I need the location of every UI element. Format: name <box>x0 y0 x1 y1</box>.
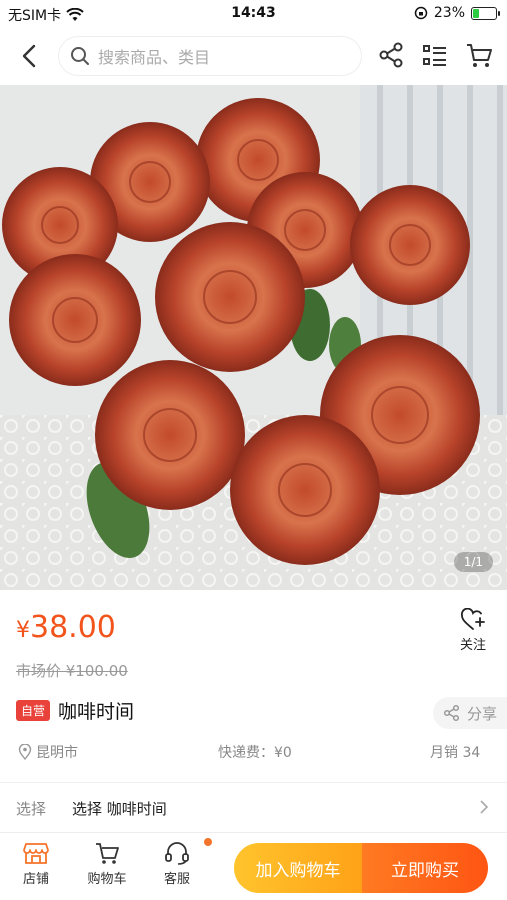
price-value: 38.00 <box>30 610 116 645</box>
back-arrow-icon[interactable] <box>14 40 46 72</box>
customer-service-button[interactable]: 客服 <box>152 841 202 887</box>
cart-icon[interactable] <box>464 40 494 70</box>
spec-select-row[interactable]: 选择 选择 咖啡时间 <box>0 782 507 830</box>
share-button[interactable]: 分享 <box>433 697 507 729</box>
notification-dot <box>204 838 212 846</box>
headset-icon <box>165 842 189 865</box>
chevron-right-icon <box>480 800 489 814</box>
heart-plus-icon <box>461 608 485 630</box>
list-icon[interactable] <box>420 40 450 70</box>
follow-button[interactable]: 关注 <box>455 608 491 653</box>
store-button[interactable]: 店铺 <box>11 841 61 887</box>
status-right: 23% <box>414 5 500 21</box>
store-label: 店铺 <box>22 872 49 887</box>
search-input[interactable]: 搜索商品、类目 <box>58 36 362 76</box>
status-bar: 无SIM卡 14:43 23% <box>0 0 507 28</box>
select-label: 选择 <box>16 800 47 818</box>
store-icon <box>23 843 49 864</box>
cart-small-icon <box>96 843 119 864</box>
select-value: 选择 咖啡时间 <box>72 800 167 818</box>
share-icon[interactable] <box>376 40 406 70</box>
battery-percent: 23% <box>433 5 465 21</box>
location-text: 昆明市 <box>36 745 78 761</box>
battery-icon <box>471 6 500 20</box>
search-placeholder: 搜索商品、类目 <box>98 48 211 67</box>
market-price: 市场价 ¥100.00 <box>16 662 128 680</box>
add-to-cart-button[interactable]: 加入购物车 <box>234 843 362 893</box>
share-label: 分享 <box>466 704 497 723</box>
orientation-lock-icon <box>414 6 428 20</box>
roses-illustration <box>0 85 507 590</box>
product-image[interactable] <box>0 85 507 590</box>
location: 昆明市 <box>18 742 78 762</box>
bottom-action-bar: 店铺 购物车 客服 加入购物车 立即购买 <box>0 832 507 900</box>
search-icon <box>71 47 89 65</box>
cart-label: 购物车 <box>87 872 127 887</box>
self-operated-badge: 自营 <box>16 700 51 721</box>
buy-now-button[interactable]: 立即购买 <box>362 843 488 893</box>
nav-bar: 搜索商品、类目 <box>0 28 507 84</box>
monthly-sales: 月销 34 <box>430 745 481 761</box>
image-page-indicator: 1/1 <box>453 552 493 572</box>
product-title: 咖啡时间 <box>58 701 135 723</box>
battery-fill <box>473 8 479 18</box>
title-row: 自营 咖啡时间 <box>16 697 134 724</box>
shipping-fee: 快递费：¥0 <box>218 745 292 761</box>
share-small-icon <box>443 704 460 722</box>
service-label: 客服 <box>163 872 190 887</box>
price-symbol: ¥ <box>16 618 30 643</box>
location-pin-icon <box>18 744 32 760</box>
price: ¥38.00 <box>16 610 116 645</box>
cart-button[interactable]: 购物车 <box>82 841 132 887</box>
follow-label: 关注 <box>459 638 486 653</box>
